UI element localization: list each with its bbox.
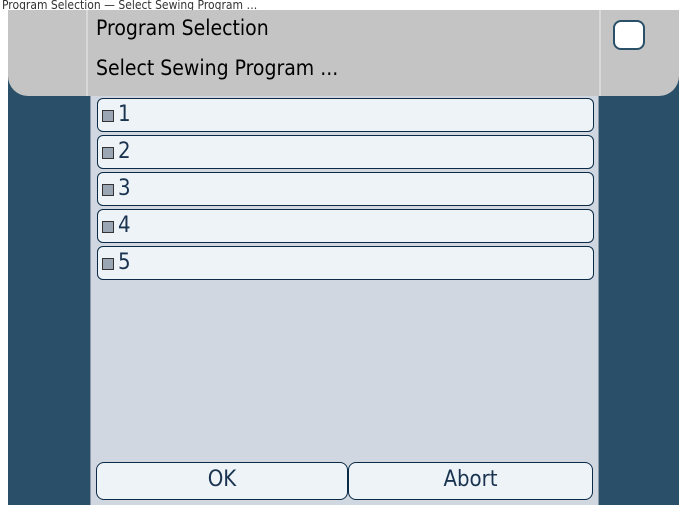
page-title: Program Selection (96, 16, 269, 40)
dialog-button-bar: OK Abort (96, 462, 593, 502)
program-icon (102, 110, 114, 122)
list-item[interactable]: 4 (97, 209, 594, 243)
ok-button[interactable]: OK (96, 462, 348, 500)
list-item-label: 2 (118, 139, 131, 164)
header-divider-right (599, 10, 601, 96)
program-list-panel: 1 2 3 4 5 (90, 96, 599, 505)
list-item[interactable]: 2 (97, 135, 594, 169)
sewing-program-dialog: Program Selection Select Sewing Program … (8, 10, 679, 505)
page-subtitle: Select Sewing Program ... (96, 56, 339, 80)
header-divider-left (86, 10, 88, 96)
program-icon (102, 221, 114, 233)
program-icon (102, 147, 114, 159)
list-item-label: 5 (118, 250, 131, 275)
list-item-label: 3 (118, 176, 131, 201)
list-item[interactable]: 3 (97, 172, 594, 206)
window-caption: Program Selection — Select Sewing Progra… (2, 0, 258, 10)
program-icon (102, 258, 114, 270)
program-list: 1 2 3 4 5 (97, 98, 594, 283)
list-item[interactable]: 1 (97, 98, 594, 132)
list-item-label: 1 (118, 102, 131, 127)
close-button[interactable] (613, 20, 645, 50)
header-bar: Program Selection Select Sewing Program … (8, 10, 679, 96)
list-item[interactable]: 5 (97, 246, 594, 280)
abort-button[interactable]: Abort (348, 462, 593, 500)
list-item-label: 4 (118, 213, 131, 238)
program-icon (102, 184, 114, 196)
